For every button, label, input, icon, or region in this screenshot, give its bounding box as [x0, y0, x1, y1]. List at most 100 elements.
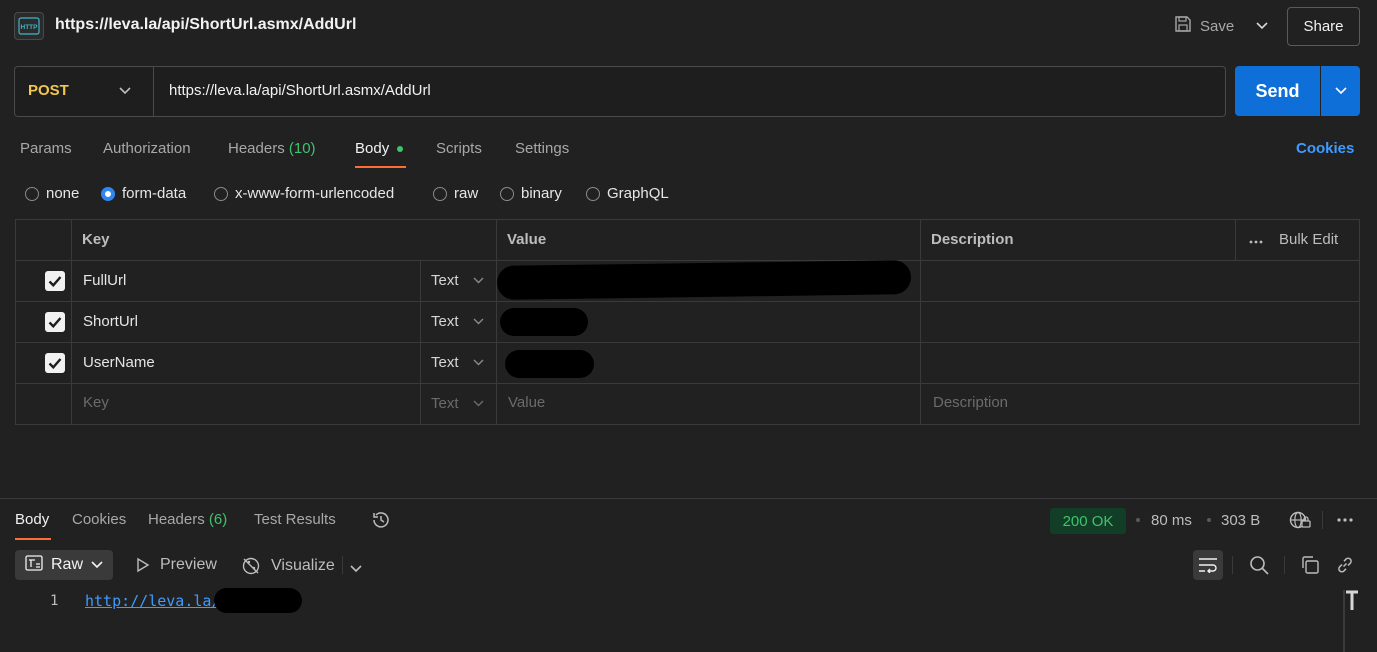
format-raw-select[interactable]: Raw — [15, 550, 113, 580]
row-checkbox[interactable] — [45, 353, 65, 373]
redacted-value — [214, 588, 302, 613]
row-type-label: Text — [431, 354, 459, 371]
row-key[interactable]: FullUrl — [83, 272, 126, 289]
network-globe-icon[interactable] — [1289, 510, 1311, 534]
tab-body[interactable]: Body — [355, 140, 404, 157]
method-select[interactable]: POST — [28, 82, 69, 99]
radio-urlencoded[interactable]: x-www-form-urlencoded — [214, 185, 394, 202]
response-scrollbar[interactable] — [1343, 590, 1345, 652]
table-divider — [1235, 219, 1236, 260]
visualize-icon — [242, 557, 260, 575]
separator-dot — [1136, 518, 1140, 522]
radio-label: GraphQL — [607, 185, 669, 202]
radio-binary[interactable]: binary — [500, 185, 562, 202]
column-header-value: Value — [507, 231, 547, 248]
chevron-down-icon — [473, 277, 484, 284]
chevron-down-icon — [473, 318, 484, 325]
redacted-value — [505, 350, 594, 378]
save-options-chevron-down-icon[interactable] — [1252, 14, 1272, 38]
response-size[interactable]: 303 B — [1221, 512, 1260, 529]
format-label: Raw — [51, 556, 84, 573]
more-icon — [1249, 231, 1263, 248]
radio-label: form-data — [122, 185, 187, 202]
radio-label: none — [46, 185, 80, 202]
radio-circle — [500, 186, 514, 201]
radio-circle — [586, 186, 600, 201]
send-options-chevron-down-icon[interactable] — [1321, 66, 1360, 116]
response-tab-cookies[interactable]: Cookies — [72, 511, 126, 528]
visualize-button[interactable]: Visualize — [241, 556, 335, 576]
link-icon[interactable] — [1330, 550, 1360, 580]
visualize-options-chevron-down-icon[interactable] — [350, 560, 362, 577]
status-badge[interactable]: 200 OK — [1050, 508, 1126, 534]
redacted-value — [496, 260, 912, 300]
method-chevron-down-icon[interactable] — [116, 82, 134, 100]
tab-body-label: Body — [355, 140, 390, 157]
more-options-icon[interactable] — [1336, 512, 1354, 532]
bulk-edit-label: Bulk Edit — [1279, 231, 1339, 248]
table-divider — [420, 260, 421, 425]
preview-label: Preview — [160, 556, 217, 573]
wrap-lines-icon[interactable] — [1193, 550, 1223, 580]
response-tab-test-results[interactable]: Test Results — [254, 511, 336, 528]
row-type-select[interactable]: Text — [431, 313, 484, 330]
save-label: Save — [1200, 17, 1235, 35]
request-title[interactable]: https://leva.la/api/ShortUrl.asmx/AddUrl — [55, 16, 356, 34]
tab-headers-count: (10) — [288, 140, 316, 157]
radio-graphql[interactable]: GraphQL — [586, 185, 669, 202]
row-checkbox[interactable] — [45, 271, 65, 291]
table-divider — [71, 219, 72, 425]
copy-icon[interactable] — [1295, 550, 1325, 580]
row-type-label: Text — [431, 313, 459, 330]
radio-circle — [214, 186, 228, 201]
visualize-label: Visualize — [271, 557, 335, 574]
radio-circle-selected — [101, 186, 115, 201]
url-input[interactable]: https://leva.la/api/ShortUrl.asmx/AddUrl — [169, 82, 431, 99]
response-tab-headers[interactable]: Headers (6) — [148, 511, 227, 528]
response-headers-count: (6) — [208, 511, 228, 528]
tab-authorization[interactable]: Authorization — [103, 140, 191, 157]
row-type-select[interactable]: Text — [431, 354, 484, 371]
response-url-link[interactable]: http://leva.la/ — [85, 592, 220, 610]
send-button[interactable]: Send — [1235, 66, 1320, 116]
cookies-link[interactable]: Cookies — [1296, 140, 1354, 157]
new-value-input[interactable]: Value — [508, 394, 545, 411]
new-key-input[interactable]: Key — [83, 394, 109, 411]
chevron-down-icon — [473, 400, 484, 407]
row-type-select[interactable]: Text — [431, 272, 484, 289]
table-divider — [15, 342, 1360, 343]
row-type-label: Text — [431, 272, 459, 289]
toolbar-divider — [342, 556, 343, 574]
search-icon[interactable] — [1244, 550, 1274, 580]
save-icon — [1174, 15, 1192, 37]
row-key[interactable]: ShortUrl — [83, 313, 138, 330]
radio-circle — [433, 186, 447, 201]
line-number: 1 — [50, 593, 59, 609]
tab-headers[interactable]: Headers (10) — [228, 140, 316, 157]
response-divider — [0, 498, 1377, 499]
share-button[interactable]: Share — [1287, 7, 1360, 46]
tab-settings[interactable]: Settings — [515, 140, 569, 157]
chevron-down-icon — [473, 359, 484, 366]
http-request-icon: HTTP — [14, 12, 44, 40]
new-type-select[interactable]: Text — [431, 395, 484, 412]
redacted-value — [500, 308, 588, 336]
table-divider — [920, 219, 921, 425]
tab-params[interactable]: Params — [20, 140, 72, 157]
response-active-tab-indicator — [15, 538, 51, 540]
row-key[interactable]: UserName — [83, 354, 155, 371]
save-button[interactable]: Save — [1174, 14, 1234, 38]
preview-button[interactable]: Preview — [136, 556, 217, 574]
tab-scripts[interactable]: Scripts — [436, 140, 482, 157]
response-time[interactable]: 80 ms — [1151, 512, 1192, 529]
new-description-input[interactable]: Description — [933, 394, 1008, 411]
radio-form-data[interactable]: form-data — [101, 185, 186, 202]
column-header-description: Description — [931, 231, 1014, 248]
response-tab-body[interactable]: Body — [15, 511, 49, 528]
svg-text:HTTP: HTTP — [21, 24, 39, 31]
radio-none[interactable]: none — [25, 185, 79, 202]
radio-raw[interactable]: raw — [433, 185, 478, 202]
bulk-edit-button[interactable]: Bulk Edit — [1249, 231, 1338, 248]
row-checkbox[interactable] — [45, 312, 65, 332]
history-icon[interactable] — [371, 510, 391, 534]
